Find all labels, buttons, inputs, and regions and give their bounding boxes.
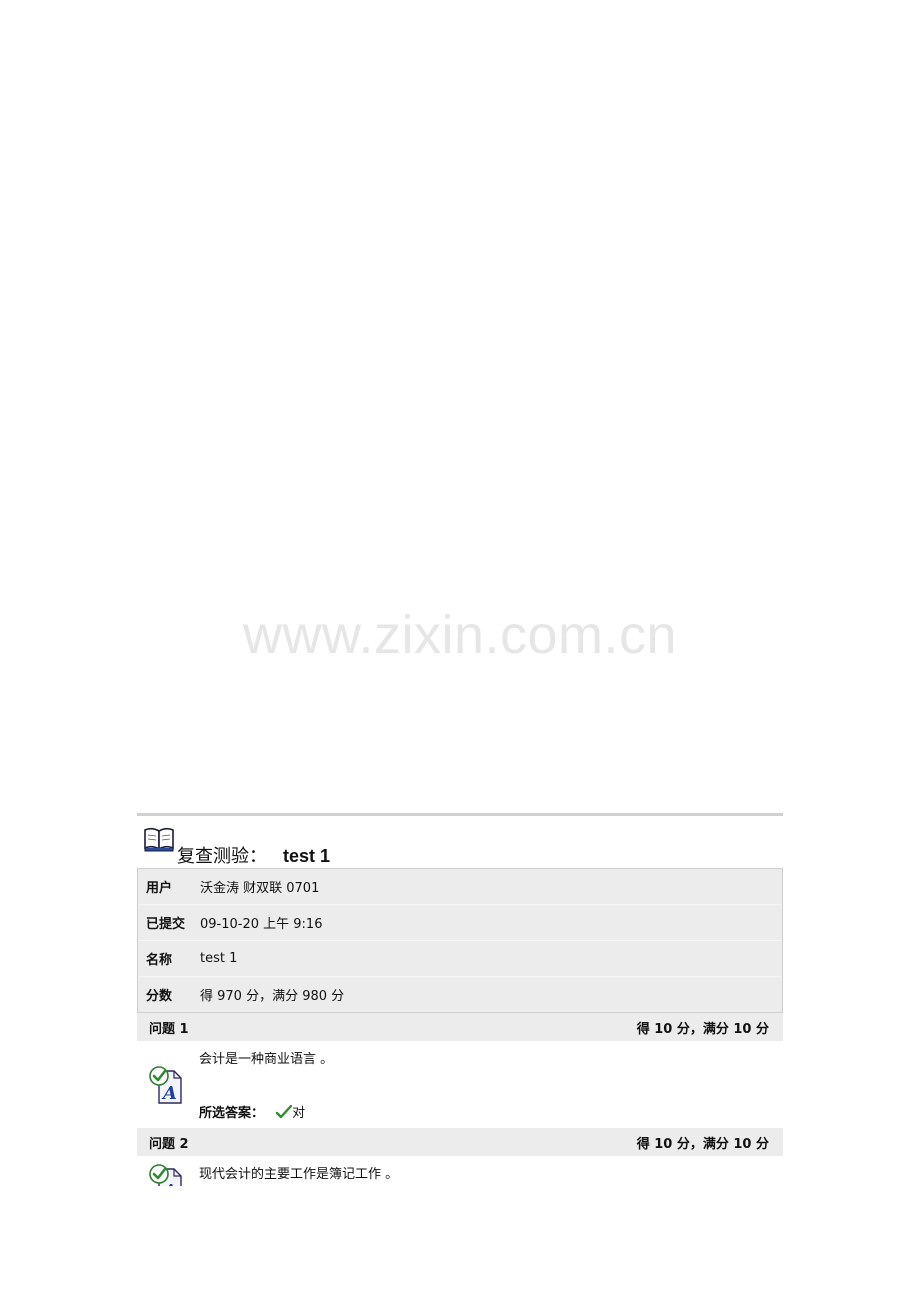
info-key: 已提交 (146, 917, 186, 932)
selected-answer: 所选答案： 对 (199, 1102, 305, 1121)
page-title-row: 复查测验： test 1 (137, 816, 783, 868)
info-value: 得 970 分，满分 980 分 (200, 989, 345, 1004)
quiz-review-panel: 复查测验： test 1 用户 沃金涛 财双联 0701 已提交 09-10-20… (137, 813, 783, 1186)
page-title-label: 复查测验： (177, 846, 267, 867)
info-key: 用户 (146, 881, 173, 896)
correct-answer-icon: A (149, 1066, 182, 1104)
info-key: 名称 (146, 953, 173, 968)
checkmark-icon (276, 1105, 293, 1119)
info-value: 沃金涛 财双联 0701 (200, 881, 320, 896)
info-row-name: 名称 test 1 (138, 941, 782, 977)
info-row-submitted: 已提交 09-10-20 上午 9:16 (138, 905, 782, 941)
question-header: 问题 1 得 10 分，满分 10 分 (137, 1013, 783, 1041)
submission-info-table: 用户 沃金涛 财双联 0701 已提交 09-10-20 上午 9:16 名称 … (137, 868, 783, 1013)
question-title: 问题 1 (149, 1021, 189, 1037)
svg-text:A: A (161, 1083, 177, 1104)
selected-answer-value: 对 (292, 1106, 306, 1121)
question-body: A 现代会计的主要工作是簿记工作 。 (137, 1156, 783, 1186)
info-row-user: 用户 沃金涛 财双联 0701 (138, 869, 782, 905)
page-title-test-name: test 1 (283, 846, 331, 866)
question-body: A 会计是一种商业语言 。 所选答案： 对 (137, 1041, 783, 1128)
open-book-icon (144, 827, 174, 852)
watermark: www.zixin.com.cn (242, 605, 678, 665)
question-score: 得 10 分，满分 10 分 (636, 1021, 769, 1037)
question-title: 问题 2 (149, 1136, 189, 1152)
correct-answer-icon: A (149, 1164, 182, 1186)
question-text: 现代会计的主要工作是簿记工作 。 (199, 1167, 399, 1182)
page-title: 复查测验： test 1 (177, 842, 330, 868)
selected-answer-label: 所选答案： (199, 1106, 265, 1121)
question-text: 会计是一种商业语言 。 (199, 1052, 334, 1067)
info-key: 分数 (146, 989, 173, 1004)
info-value: 09-10-20 上午 9:16 (200, 917, 323, 932)
question-score: 得 10 分，满分 10 分 (636, 1136, 769, 1152)
info-value: test 1 (200, 951, 238, 966)
info-row-score: 分数 得 970 分，满分 980 分 (138, 977, 782, 1012)
question-header: 问题 2 得 10 分，满分 10 分 (137, 1128, 783, 1156)
